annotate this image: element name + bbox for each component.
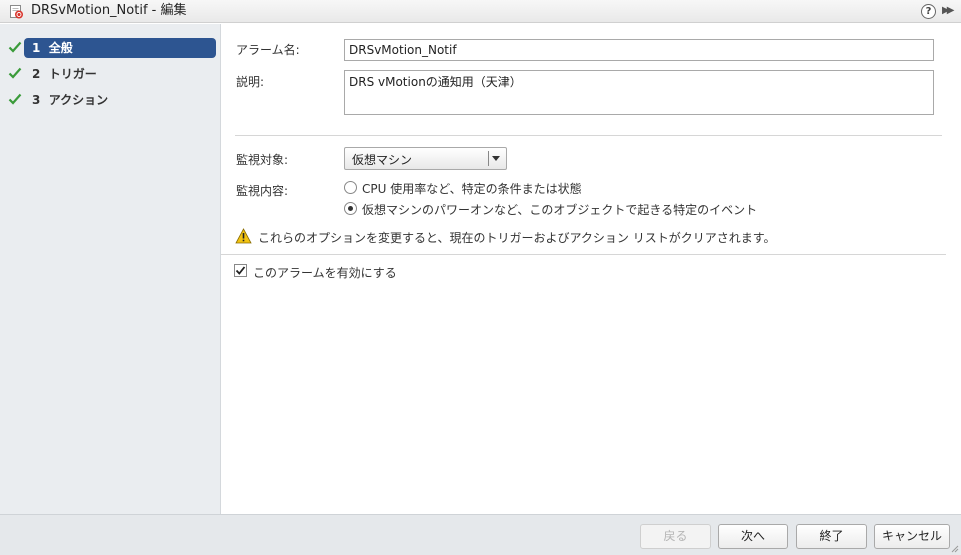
alarm-definition-icon: [10, 5, 23, 19]
monitor-target-label: 監視対象:: [236, 153, 289, 167]
cancel-button[interactable]: キャンセル: [874, 524, 950, 549]
wizard-steps-sidebar: 1 全般 2 トリガー 3 アクション: [0, 24, 221, 514]
step-number: 1: [32, 41, 41, 55]
description-textarea[interactable]: DRS vMotionの通知用（天津）: [344, 70, 934, 115]
section-divider: [221, 254, 946, 255]
check-icon: [8, 93, 22, 105]
alarm-name-input[interactable]: [344, 39, 934, 61]
step-general[interactable]: 1 全般: [0, 37, 221, 59]
step-label: 1 全般: [24, 38, 216, 58]
expand-icon[interactable]: ▶▶: [942, 4, 956, 18]
alarm-name-label: アラーム名:: [236, 43, 300, 57]
check-icon: [8, 67, 22, 79]
radio-event-label[interactable]: 仮想マシンのパワーオンなど、このオブジェクトで起きる特定のイベント: [362, 201, 757, 218]
description-label: 説明:: [236, 75, 265, 89]
monitor-target-value: 仮想マシン: [352, 153, 413, 167]
help-icon[interactable]: ?: [921, 4, 936, 19]
general-settings-panel: アラーム名: 説明: DRS vMotionの通知用（天津） 監視対象: 仮想マ…: [221, 24, 961, 514]
back-button[interactable]: 戻る: [640, 524, 711, 549]
checkmark-icon: [235, 266, 246, 275]
enable-alarm-checkbox[interactable]: [234, 264, 247, 277]
warning-icon: [235, 228, 252, 244]
step-label: 3 アクション: [24, 90, 216, 110]
radio-event[interactable]: [344, 202, 357, 215]
step-number: 2: [32, 67, 41, 81]
check-icon: [8, 41, 22, 53]
step-number: 3: [32, 93, 41, 107]
step-label: 2 トリガー: [24, 64, 216, 84]
step-action[interactable]: 3 アクション: [0, 89, 221, 111]
finish-button[interactable]: 終了: [796, 524, 867, 549]
radio-condition[interactable]: [344, 181, 357, 194]
step-title: アクション: [48, 93, 109, 107]
next-button[interactable]: 次へ: [718, 524, 788, 549]
step-title: 全般: [48, 41, 73, 55]
monitor-content-label: 監視内容:: [236, 184, 289, 198]
resize-grip-icon[interactable]: [950, 544, 959, 553]
wizard-footer: 戻る 次へ 終了 キャンセル: [0, 514, 961, 555]
monitor-target-select[interactable]: 仮想マシン: [344, 147, 507, 170]
step-trigger[interactable]: 2 トリガー: [0, 63, 221, 85]
section-divider: [235, 135, 942, 136]
warning-message: これらのオプションを変更すると、現在のトリガーおよびアクション リストがクリアさ…: [258, 231, 776, 245]
radio-condition-label[interactable]: CPU 使用率など、特定の条件または状態: [362, 180, 582, 197]
chevron-down-icon: [492, 156, 500, 161]
select-divider: [488, 151, 489, 166]
step-title: トリガー: [48, 67, 97, 81]
title-bar: DRSvMotion_Notif - 編集 ? ▶▶: [0, 0, 961, 23]
window-title: DRSvMotion_Notif - 編集: [31, 3, 187, 18]
enable-alarm-label[interactable]: このアラームを有効にする: [253, 264, 397, 281]
